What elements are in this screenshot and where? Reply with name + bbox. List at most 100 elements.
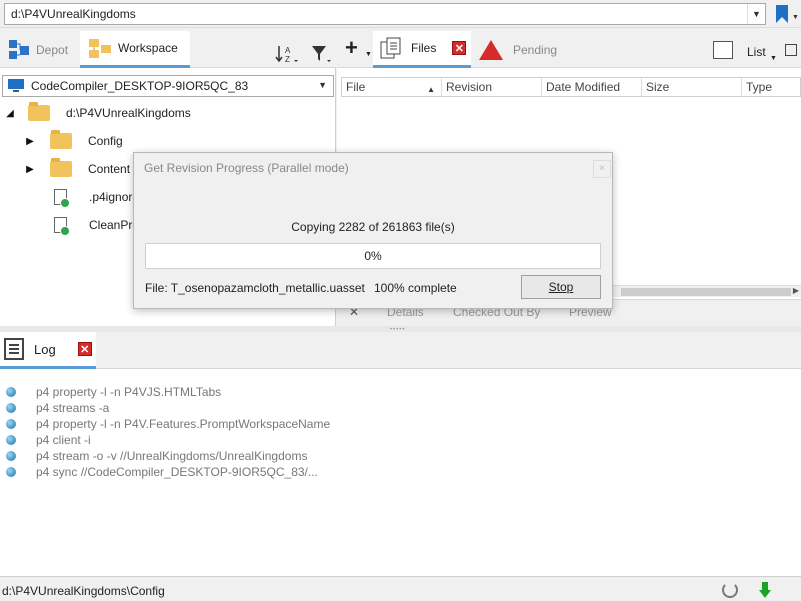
bookmark-icon[interactable] (774, 4, 790, 24)
column-header-size[interactable]: Size (642, 78, 742, 96)
log-entry: p4 stream -o -v //UnrealKingdoms/UnrealK… (0, 448, 330, 464)
column-header-file[interactable]: File ▲ (342, 78, 442, 96)
dialog-title: Get Revision Progress (Parallel mode) (144, 161, 349, 175)
log-icon (4, 338, 24, 360)
column-header-revision[interactable]: Revision (442, 78, 542, 96)
computer-icon (8, 79, 24, 92)
file-complete-status: 100% complete (374, 281, 457, 295)
tree-item-config[interactable]: ▶ Config (24, 128, 123, 154)
column-header-type[interactable]: Type (742, 78, 800, 96)
column-label: File (346, 80, 366, 94)
sort-icon[interactable]: A Z (274, 43, 300, 65)
log-entry: p4 client -i (0, 432, 330, 448)
tree-item-content[interactable]: ▶ Content (24, 156, 130, 182)
tree-item-label: Config (88, 134, 123, 148)
tab-log-label: Log (34, 341, 56, 357)
log-entry-text: p4 stream -o -v //UnrealKingdoms/UnrealK… (36, 449, 308, 463)
stop-button[interactable]: Stop (521, 275, 601, 299)
close-icon[interactable]: ✕ (452, 41, 467, 55)
tab-workspace[interactable]: Workspace (80, 31, 190, 68)
path-input[interactable]: d:\P4VUnrealKingdoms ▼ (4, 3, 766, 25)
log-panel: Log ✕ p4 property -l -n P4VJS.HTMLTabs p… (0, 332, 801, 576)
tab-files-label: Files (411, 41, 437, 55)
status-path: d:\P4VUnrealKingdoms\Config (2, 584, 165, 598)
status-bar: d:\P4VUnrealKingdoms\Config (0, 576, 801, 601)
workspace-icon (89, 39, 111, 58)
pending-icon (479, 39, 503, 60)
download-arrow-icon[interactable] (758, 581, 772, 599)
depot-icon (9, 39, 29, 59)
info-icon (6, 435, 16, 445)
log-entry: p4 sync //CodeCompiler_DESKTOP-9IOR5QC_8… (0, 464, 330, 480)
bookmark-dropdown-icon[interactable]: ▼ (792, 14, 799, 21)
close-icon[interactable]: ✕ (77, 342, 92, 356)
info-icon (6, 467, 16, 477)
info-icon (6, 451, 16, 461)
tree-item-cleanpro[interactable]: CleanPro (54, 212, 139, 238)
chevron-down-icon[interactable]: ▼ (365, 51, 372, 58)
tab-files[interactable]: Files ✕ (373, 31, 471, 68)
expanded-arrow-icon[interactable]: ◢ (4, 108, 16, 119)
sort-ascending-icon: ▲ (427, 85, 435, 94)
tab-depot-label: Depot (36, 42, 69, 57)
tree-item-label: .p4ignore (89, 190, 140, 204)
tree-item-label: Content (88, 162, 131, 176)
progress-label: 0% (364, 249, 382, 263)
column-header-date-modified[interactable]: Date Modified (542, 78, 642, 96)
log-entry-text: p4 property -l -n P4VJS.HTMLTabs (36, 385, 222, 399)
chevron-down-icon[interactable]: ▼ (770, 55, 777, 62)
horizontal-scrollbar[interactable]: ▶ (611, 285, 801, 297)
log-entry: p4 property -l -n P4VJS.HTMLTabs (0, 384, 330, 400)
filter-icon[interactable] (310, 43, 332, 65)
window-icon[interactable] (785, 44, 797, 56)
tab-depot[interactable]: Depot (0, 31, 78, 68)
right-tab-bar: + ▼ Files ✕ Pending List ▼ (337, 29, 801, 68)
tab-workspace-label: Workspace (118, 41, 178, 55)
view-mode-label[interactable]: List (747, 45, 766, 59)
chevron-down-icon[interactable]: ▼ (747, 4, 765, 24)
files-icon (380, 37, 401, 59)
log-entry-text: p4 client -i (36, 433, 91, 447)
log-entry-text: p4 streams -a (36, 401, 110, 415)
current-file: File: T_osenopazamcloth_metallic.uasset (145, 281, 365, 295)
column-label: Size (646, 80, 670, 94)
column-label: Revision (446, 80, 493, 94)
path-input-value: d:\P4VUnrealKingdoms (11, 7, 136, 21)
tree-item-label: CleanPro (89, 218, 140, 232)
collapsed-arrow-icon[interactable]: ▶ (24, 136, 36, 147)
workspace-select-value: CodeCompiler_DESKTOP-9IOR5QC_83 (31, 79, 249, 93)
file-icon (54, 189, 70, 208)
log-list: p4 property -l -n P4VJS.HTMLTabs p4 stre… (0, 384, 330, 480)
log-entry: p4 streams -a (0, 400, 330, 416)
progress-dialog: Get Revision Progress (Parallel mode) × … (133, 152, 613, 309)
collapsed-arrow-icon[interactable]: ▶ (24, 164, 36, 175)
scroll-right-icon[interactable]: ▶ (793, 286, 799, 295)
info-icon (6, 403, 16, 413)
column-label: Date Modified (546, 80, 621, 94)
svg-text:Z: Z (285, 55, 290, 64)
tab-log[interactable]: Log ✕ (0, 332, 96, 369)
folder-icon (50, 130, 72, 149)
tab-pending-label: Pending (513, 42, 558, 57)
info-icon (6, 387, 16, 397)
address-bar: d:\P4VUnrealKingdoms ▼ ▼ (0, 0, 801, 28)
list-view-icon[interactable] (713, 41, 733, 59)
tab-pending[interactable]: Pending (479, 31, 575, 68)
column-label: Type (746, 80, 773, 94)
tree-item-root[interactable]: ◢ d:\P4VUnrealKingdoms (4, 100, 191, 126)
svg-text:A: A (285, 46, 291, 55)
workspace-select[interactable]: CodeCompiler_DESKTOP-9IOR5QC_83 ▼ (2, 75, 334, 97)
left-tab-bar: Depot Workspace A Z (0, 29, 336, 68)
info-icon (6, 419, 16, 429)
log-entry-text: p4 property -l -n P4V.Features.PromptWor… (36, 417, 331, 431)
folder-icon (50, 158, 72, 177)
tree-item-p4ignore[interactable]: .p4ignore (54, 184, 139, 210)
log-entry: p4 property -l -n P4V.Features.PromptWor… (0, 416, 330, 432)
log-tab-bar: Log ✕ (0, 332, 801, 369)
file-icon (54, 217, 70, 236)
scrollbar-thumb[interactable] (621, 288, 791, 296)
folder-icon (28, 102, 50, 121)
refresh-icon[interactable] (722, 582, 738, 598)
close-icon[interactable]: × (593, 160, 611, 178)
copy-status: Copying 2282 of 261863 file(s) (291, 220, 455, 234)
